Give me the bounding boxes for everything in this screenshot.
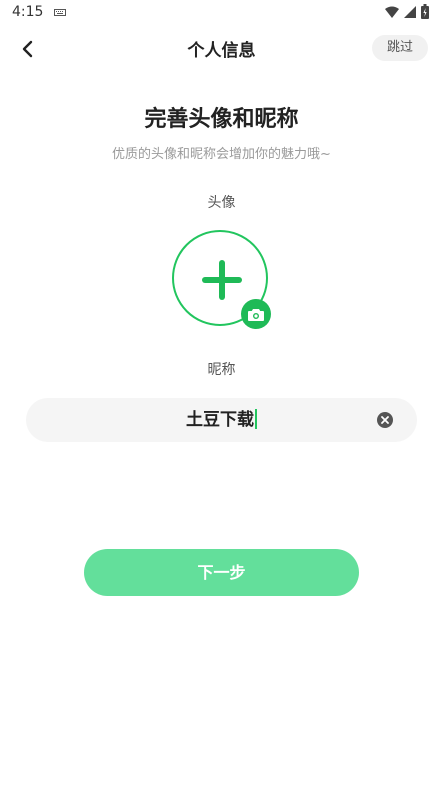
clear-input-button[interactable] [377, 412, 393, 428]
close-icon [381, 416, 389, 424]
header: 个人信息 跳过 [0, 26, 443, 70]
status-bar: 4:15 [0, 0, 443, 26]
wifi-icon [385, 6, 399, 18]
next-step-button[interactable]: 下一步 [84, 549, 359, 596]
camera-icon [248, 308, 264, 321]
plus-icon [202, 260, 242, 300]
signal-icon [404, 6, 416, 18]
avatar-label: 头像 [207, 195, 236, 211]
profile-setup-screen: 4:15 个人信息 跳过 完善头像和昵称 优质的头像和昵称会增加你的魅力哦~ 头… [0, 0, 443, 787]
camera-badge[interactable] [241, 299, 271, 329]
status-time: 4:15 [12, 4, 44, 20]
nickname-label: 昵称 [207, 362, 236, 378]
main-subtitle: 优质的头像和昵称会增加你的魅力哦~ [112, 147, 331, 162]
text-caret [255, 409, 257, 429]
main-title: 完善头像和昵称 [144, 107, 299, 132]
skip-button[interactable]: 跳过 [372, 35, 428, 61]
battery-icon [421, 4, 429, 19]
nickname-value-wrapper[interactable]: 土豆下载 [66, 398, 377, 442]
nickname-value[interactable]: 土豆下载 [186, 410, 254, 430]
nickname-input[interactable]: 土豆下载 [26, 398, 417, 442]
keyboard-icon [54, 9, 66, 16]
